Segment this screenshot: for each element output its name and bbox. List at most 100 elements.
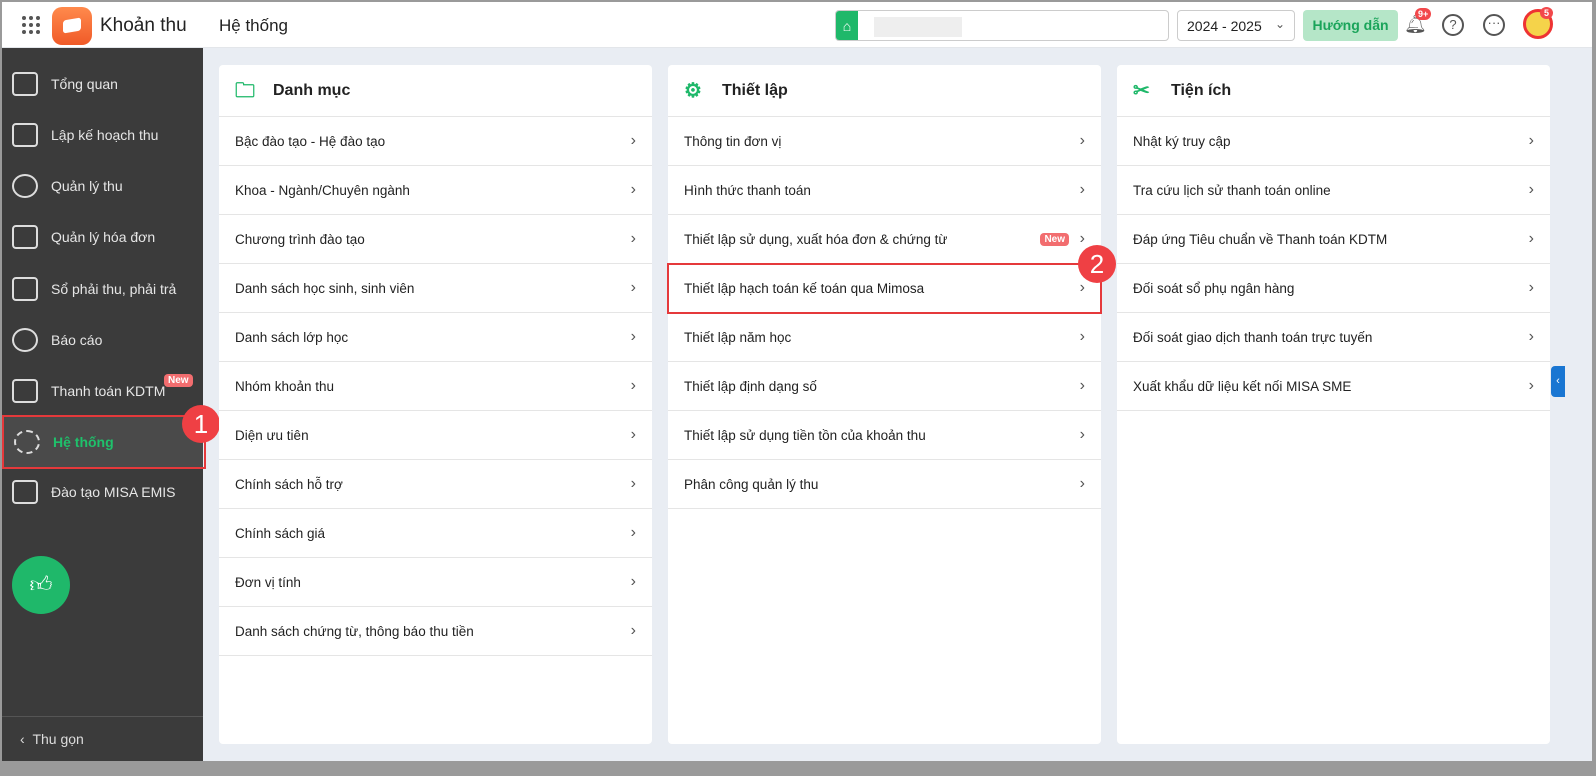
menu-item[interactable]: Chính sách giá › bbox=[219, 509, 652, 558]
menu-item-label: Diện ưu tiên bbox=[235, 427, 309, 443]
step-marker-2: 2 bbox=[1078, 245, 1116, 283]
menu-item-label: Thiết lập sử dụng tiền tồn của khoản thu bbox=[684, 427, 926, 443]
guide-button[interactable]: Hướng dẫn bbox=[1303, 10, 1398, 41]
menu-item[interactable]: Hình thức thanh toán › bbox=[668, 166, 1101, 215]
menu-item[interactable]: Đối soát giao dịch thanh toán trực tuyến… bbox=[1117, 313, 1550, 362]
highlight-box-1 bbox=[2, 415, 206, 469]
menu-item[interactable]: Chương trình đào tạo › bbox=[219, 215, 652, 264]
more-icon[interactable]: ··· bbox=[1483, 14, 1505, 36]
rating-thumbs-up-icon[interactable]: 👍︎ bbox=[12, 556, 70, 614]
card-settings: ⚙︎ Thiết lập Thông tin đơn vị › Hình thức t… bbox=[668, 65, 1101, 744]
card-header: ✂︎ Tiện ích bbox=[1117, 65, 1550, 117]
menu-item[interactable]: Nhật ký truy cập › bbox=[1117, 117, 1550, 166]
chevron-right-icon: › bbox=[1528, 328, 1534, 345]
menu-item[interactable]: Diện ưu tiên › bbox=[219, 411, 652, 460]
highlight-box-2 bbox=[667, 263, 1102, 314]
menu-item[interactable]: Danh sách lớp học › bbox=[219, 313, 652, 362]
menu-item-label: Đáp ứng Tiêu chuẩn về Thanh toán KDTM bbox=[1133, 231, 1388, 247]
menu-item[interactable]: Chính sách hỗ trợ › bbox=[219, 460, 652, 509]
sidebar-item-reports[interactable]: Báo cáo bbox=[2, 315, 203, 365]
calendar-money-icon bbox=[12, 123, 38, 147]
menu-item-label: Phân công quản lý thu bbox=[684, 476, 819, 492]
card-header: 🗀︎ Danh mục bbox=[219, 65, 652, 117]
menu-item-label: Thiết lập sử dụng, xuất hóa đơn & chứng … bbox=[684, 231, 948, 247]
sidebar: Tổng quan Lập kế hoạch thu Quản lý thu Q… bbox=[2, 48, 203, 761]
menu-item-label: Đơn vị tính bbox=[235, 574, 301, 590]
side-panel-toggle[interactable]: ‹ bbox=[1551, 366, 1565, 397]
chevron-right-icon: › bbox=[1528, 377, 1534, 394]
menu-item[interactable]: Khoa - Ngành/Chuyên ngành › bbox=[219, 166, 652, 215]
chevron-right-icon: › bbox=[1528, 279, 1534, 296]
app-logo bbox=[52, 7, 92, 45]
ledger-icon bbox=[12, 277, 38, 301]
menu-item[interactable]: Đơn vị tính › bbox=[219, 558, 652, 607]
menu-item[interactable]: Thiết lập sử dụng tiền tồn của khoản thu… bbox=[668, 411, 1101, 460]
menu-item[interactable]: Nhóm khoản thu › bbox=[219, 362, 652, 411]
sidebar-item-label: Báo cáo bbox=[51, 332, 103, 348]
menu-item[interactable]: Thiết lập định dạng số › bbox=[668, 362, 1101, 411]
menu-item-label: Thiết lập năm học bbox=[684, 329, 792, 345]
menu-item[interactable]: Danh sách chứng từ, thông báo thu tiền › bbox=[219, 607, 652, 656]
sidebar-item-label: Quản lý thu bbox=[51, 178, 123, 194]
school-year-value: 2024 - 2025 bbox=[1187, 18, 1262, 34]
menu-item-label: Thiết lập định dạng số bbox=[684, 378, 817, 394]
chevron-right-icon: › bbox=[630, 132, 636, 149]
menu-item[interactable]: Thiết lập năm học › bbox=[668, 313, 1101, 362]
menu-item-label: Danh sách lớp học bbox=[235, 329, 349, 345]
chevron-right-icon: › bbox=[1079, 230, 1085, 247]
notification-badge: 9+ bbox=[1415, 8, 1432, 20]
bar-chart-icon bbox=[12, 72, 38, 96]
chevron-right-icon: › bbox=[1528, 230, 1534, 247]
menu-item-label: Tra cứu lịch sử thanh toán online bbox=[1133, 182, 1331, 198]
menu-item[interactable]: Xuất khẩu dữ liệu kết nối MISA SME › bbox=[1117, 362, 1550, 411]
menu-item-label: Chính sách giá bbox=[235, 525, 326, 541]
unit-selector[interactable]: ⌂ bbox=[835, 10, 1169, 41]
menu-item[interactable]: Thông tin đơn vị › bbox=[668, 117, 1101, 166]
chevron-right-icon: › bbox=[630, 377, 636, 394]
chevron-right-icon: › bbox=[630, 328, 636, 345]
menu-item-label: Bậc đào tạo - Hệ đào tạo bbox=[235, 133, 386, 149]
app-grid-icon[interactable] bbox=[22, 16, 40, 34]
chevron-right-icon: › bbox=[1079, 377, 1085, 394]
menu-item[interactable]: Phân công quản lý thu › bbox=[668, 460, 1101, 509]
menu-item[interactable]: Thiết lập sử dụng, xuất hóa đơn & chứng … bbox=[668, 215, 1101, 264]
chevron-right-icon: › bbox=[1079, 181, 1085, 198]
chevron-right-icon: › bbox=[630, 279, 636, 296]
menu-item-label: Danh sách học sinh, sinh viên bbox=[235, 280, 415, 296]
menu-item-label: Khoa - Ngành/Chuyên ngành bbox=[235, 182, 410, 198]
menu-item[interactable]: Bậc đào tạo - Hệ đào tạo › bbox=[219, 117, 652, 166]
menu-item[interactable]: Danh sách học sinh, sinh viên › bbox=[219, 264, 652, 313]
tools-icon: ✂︎ bbox=[1133, 79, 1150, 102]
card-header: ⚙︎ Thiết lập bbox=[668, 65, 1101, 117]
chevron-right-icon: › bbox=[630, 622, 636, 639]
collapse-button[interactable]: ‹ Thu gọn bbox=[2, 716, 203, 761]
invoice-icon bbox=[12, 225, 38, 249]
menu-item-label: Thông tin đơn vị bbox=[684, 133, 782, 149]
card-title: Tiện ích bbox=[1171, 81, 1232, 99]
card-title: Danh mục bbox=[273, 81, 351, 99]
chevron-right-icon: › bbox=[1079, 426, 1085, 443]
menu-item-label: Xuất khẩu dữ liệu kết nối MISA SME bbox=[1133, 378, 1352, 394]
card-categories: 🗀︎ Danh mục Bậc đào tạo - Hệ đào tạo › Khoa… bbox=[219, 65, 652, 744]
card-title: Thiết lập bbox=[722, 81, 788, 99]
sidebar-item-training[interactable]: Đào tạo MISA EMIS bbox=[2, 467, 203, 517]
sidebar-item-plan[interactable]: Lập kế hoạch thu bbox=[2, 110, 203, 160]
sidebar-item-invoices[interactable]: Quản lý hóa đơn bbox=[2, 212, 203, 262]
sidebar-item-ledger[interactable]: Sổ phải thu, phải trả bbox=[2, 264, 203, 314]
chevron-right-icon: › bbox=[1079, 132, 1085, 149]
chevron-down-icon: ⌄ bbox=[1274, 17, 1285, 31]
school-year-select[interactable]: 2024 - 2025 ⌄ bbox=[1177, 10, 1295, 41]
help-icon[interactable]: ? bbox=[1442, 14, 1464, 36]
sidebar-item-label: Đào tạo MISA EMIS bbox=[51, 484, 176, 500]
collapse-label: Thu gọn bbox=[32, 731, 84, 747]
chevron-right-icon: › bbox=[630, 181, 636, 198]
sidebar-item-collections[interactable]: Quản lý thu bbox=[2, 161, 203, 211]
folder-list-icon: 🗀︎ bbox=[235, 79, 255, 102]
chevron-right-icon: › bbox=[1079, 475, 1085, 492]
menu-item[interactable]: Đáp ứng Tiêu chuẩn về Thanh toán KDTM › bbox=[1117, 215, 1550, 264]
menu-item-label: Hình thức thanh toán bbox=[684, 182, 811, 198]
sidebar-item-overview[interactable]: Tổng quan bbox=[2, 59, 203, 109]
menu-item-label: Nhóm khoản thu bbox=[235, 378, 335, 394]
menu-item[interactable]: Đối soát sổ phụ ngân hàng › bbox=[1117, 264, 1550, 313]
menu-item[interactable]: Tra cứu lịch sử thanh toán online › bbox=[1117, 166, 1550, 215]
